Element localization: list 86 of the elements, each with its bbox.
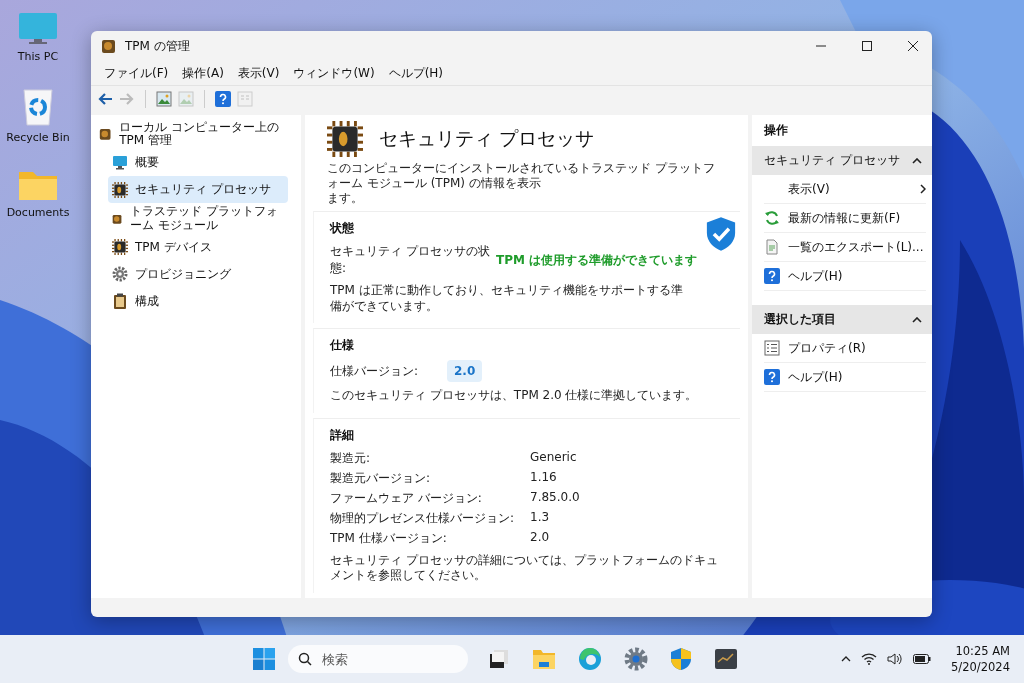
menu-item[interactable]: 操作(A) [175,62,231,84]
chevron-up-icon[interactable] [912,316,922,323]
action-item[interactable]: ヘルプ(H) [788,267,926,285]
chevron-right-icon [920,184,926,194]
field-label: 製造元バージョン: [330,469,432,487]
chip-module-icon [99,126,113,143]
help-icon [764,369,780,385]
tree-item[interactable]: トラステッド プラットフォーム モジュール [108,203,288,234]
version-value: 2.0 [447,360,483,383]
action-item[interactable]: 表示(V) [788,180,912,198]
desktop-icon-label[interactable]: Documents [6,206,70,219]
recycle-bin-icon[interactable] [21,87,55,127]
image-icon[interactable] [156,90,172,107]
field-label: 物理的プレゼンス仕様バージョン: [330,509,516,527]
list-icon [764,340,780,356]
details-note: セキュリティ プロセッサの詳細については、プラットフォームのドキュメントを参照してください。 [330,552,719,584]
maximize-icon[interactable] [862,41,872,51]
action-item[interactable]: プロパティ(R) [788,339,926,357]
field-value: Generic [530,450,577,467]
wifi-icon[interactable] [861,653,878,665]
description-text: ます。 [326,191,364,206]
description-text: このコンピューターにインストールされているトラステッド プラットフォーム モジュール (TPM) の情報を表示 [326,161,716,191]
search-bar[interactable]: 検索 [288,645,468,673]
tree-item[interactable]: 構成 [108,287,288,315]
desktop-icon-label[interactable]: Recycle Bin [6,131,70,144]
document-icon [764,239,780,255]
clock[interactable]: 10:25 AM 5/20/2024 [951,644,1010,674]
group-header[interactable]: 選択した項目 [752,305,932,334]
browser-icon[interactable] [578,647,602,671]
field-value: 2.0 [530,530,550,547]
back-arrow-icon[interactable] [97,91,113,106]
field-value: 1.3 [530,510,550,527]
menu-item[interactable]: ファイル(F) [97,62,176,84]
field-label: 製造元: [330,449,372,467]
battery-icon[interactable] [913,654,932,664]
chevron-up-icon[interactable] [912,157,922,164]
field-label: 仕様バージョン: [330,362,420,380]
section-heading: 状態 [330,220,355,237]
close-icon[interactable] [908,41,918,51]
menu-item[interactable]: ヘルプ(H) [381,62,451,84]
tree-item[interactable]: プロビジョニング [108,260,288,288]
shield-icon[interactable] [670,647,692,671]
desktop-icon-label[interactable]: This PC [17,50,59,63]
refresh-icon [764,210,780,226]
start-icon[interactable] [252,647,276,671]
menu-item[interactable]: 表示(V) [230,62,287,84]
action-item[interactable]: ヘルプ(H) [788,368,926,386]
chevron-up-icon[interactable] [841,656,852,662]
field-value: 7.85.0.0 [530,490,580,507]
chip-icon [112,181,128,198]
group-header[interactable]: セキュリティ プロセッサ [752,146,932,175]
folder-icon[interactable] [532,648,556,670]
actions-heading: 操作 [763,122,789,139]
page-title: セキュリティ プロセッサ [379,126,595,151]
chip-icon [327,121,363,157]
help-icon[interactable] [215,90,231,107]
monitor-icon [112,154,128,171]
status-value: TPM は使用する準備ができています [496,251,698,269]
tree-item[interactable]: TPM デバイス [108,233,288,261]
gear-icon [112,266,128,283]
section-heading: 詳細 [330,426,355,444]
status-note: TPM は正常に動作しており、セキュリティ機能をサポートする準備ができています。 [330,283,684,315]
terminal-icon[interactable] [714,648,738,670]
menu-item[interactable]: ウィンドウ(W) [286,62,382,84]
field-label: ファームウェア バージョン: [330,489,483,507]
help-icon [764,268,780,284]
section-heading: 仕様 [330,337,355,355]
window-title: TPM の管理 [125,37,191,55]
tree-item[interactable]: 概要 [108,149,288,177]
chip-icon [112,239,128,256]
chip-module-icon [101,38,117,54]
monitor-icon[interactable] [18,12,58,46]
field-label: TPM 仕様バージョン: [330,529,448,547]
shield-check-icon [706,216,736,252]
action-item[interactable]: 最新の情報に更新(F) [788,209,926,227]
spec-note: このセキュリティ プロセッサは、TPM 2.0 仕様に準拠しています。 [330,388,699,404]
tree-item[interactable]: セキュリティ プロセッサ [108,176,288,204]
search-field[interactable]: 検索 [320,650,450,668]
search-icon [298,652,312,666]
clipboard-icon [112,293,128,310]
settings-icon[interactable] [624,647,648,671]
action-item[interactable]: 一覧のエクスポート(L)... [788,238,926,256]
volume-icon[interactable] [887,653,904,665]
field-value: 1.16 [530,470,557,487]
field-label: セキュリティ プロセッサの状態: [330,243,491,277]
tree-item[interactable]: ローカル コンピューター上の TPM 管理 [119,121,297,148]
